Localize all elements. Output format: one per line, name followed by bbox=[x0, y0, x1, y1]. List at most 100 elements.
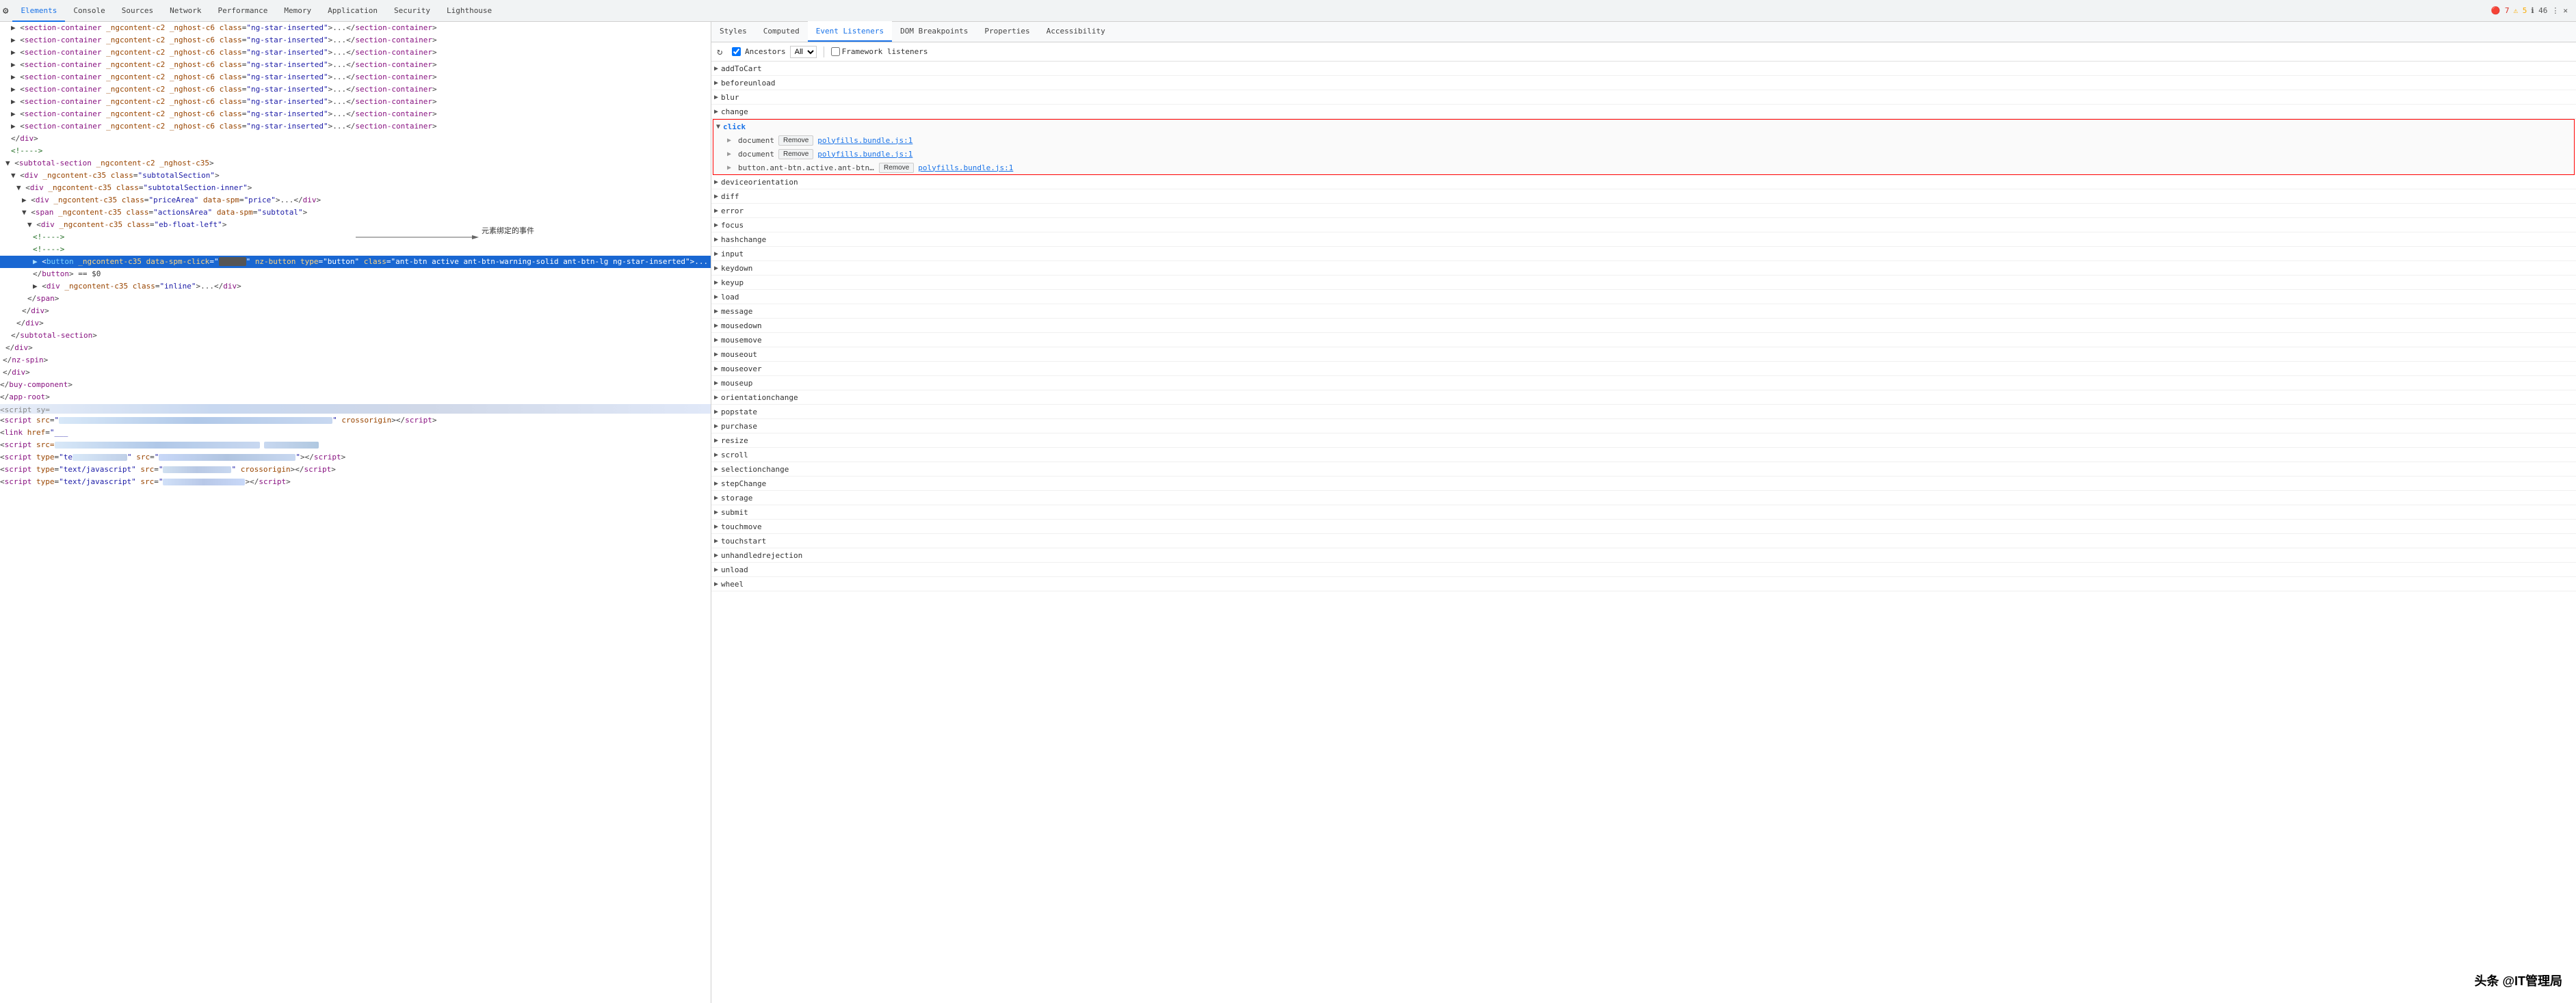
event-header[interactable]: ▶ blur bbox=[711, 90, 2576, 104]
event-header[interactable]: ▶ selectionchange bbox=[711, 462, 2576, 476]
tab-console[interactable]: Console bbox=[65, 0, 113, 22]
ancestors-select[interactable]: All bbox=[790, 46, 817, 58]
event-header[interactable]: ▶ beforeunload bbox=[711, 76, 2576, 90]
remove-button[interactable]: Remove bbox=[879, 163, 914, 173]
event-header[interactable]: ▶ unload bbox=[711, 563, 2576, 576]
event-header[interactable]: ▶ purchase bbox=[711, 419, 2576, 433]
dom-line[interactable]: ▶ <section-container _ngcontent-c2 _ngho… bbox=[0, 22, 711, 34]
tab-dom-breakpoints[interactable]: DOM Breakpoints bbox=[892, 21, 976, 42]
framework-checkbox[interactable] bbox=[831, 47, 840, 56]
event-header[interactable]: ▶ wheel bbox=[711, 577, 2576, 591]
dom-line[interactable]: ▶ <div _ngcontent-c35 class="inline">...… bbox=[0, 280, 711, 293]
dom-line[interactable]: <!----> bbox=[0, 145, 711, 157]
event-header[interactable]: ▶ storage bbox=[711, 491, 2576, 505]
dom-line[interactable]: </subtotal-section> bbox=[0, 330, 711, 342]
tab-application[interactable]: Application bbox=[319, 0, 386, 22]
remove-button[interactable]: Remove bbox=[778, 135, 813, 146]
tab-event-listeners[interactable]: Event Listeners bbox=[808, 21, 892, 42]
event-header[interactable]: ▶ popstate bbox=[711, 405, 2576, 418]
dom-line[interactable]: ▼ <div _ngcontent-c35 class="subtotalSec… bbox=[0, 182, 711, 194]
tab-elements[interactable]: Elements bbox=[12, 0, 65, 22]
event-header[interactable]: ▶ orientationchange bbox=[711, 390, 2576, 404]
event-header[interactable]: ▶ stepChange bbox=[711, 477, 2576, 490]
event-header[interactable]: ▶ focus bbox=[711, 218, 2576, 232]
dom-line[interactable]: <script type="text/javascript" src="></s… bbox=[0, 476, 711, 488]
dom-line[interactable]: ▶ <section-container _ngcontent-c2 _ngho… bbox=[0, 108, 711, 120]
event-header[interactable]: ▶ mouseup bbox=[711, 376, 2576, 390]
dom-line-blurred[interactable]: <script sy= bbox=[0, 404, 711, 414]
dom-line[interactable]: <!----> bbox=[0, 243, 711, 256]
tab-styles[interactable]: Styles bbox=[711, 21, 755, 42]
dom-line[interactable]: ▶ <section-container _ngcontent-c2 _ngho… bbox=[0, 120, 711, 133]
event-header[interactable]: ▶ mouseout bbox=[711, 347, 2576, 361]
refresh-icon[interactable]: ↻ bbox=[717, 46, 728, 57]
event-header[interactable]: ▶ touchstart bbox=[711, 534, 2576, 548]
dom-line[interactable]: </div> bbox=[0, 342, 711, 354]
dom-line[interactable]: ▶ <section-container _ngcontent-c2 _ngho… bbox=[0, 96, 711, 108]
tab-network[interactable]: Network bbox=[161, 0, 209, 22]
dom-line[interactable]: ▶ <section-container _ngcontent-c2 _ngho… bbox=[0, 59, 711, 71]
file-link[interactable]: polyfills.bundle.js:1 bbox=[817, 136, 912, 145]
event-header[interactable]: ▶ keyup bbox=[711, 276, 2576, 289]
dom-line[interactable]: ▶ <div _ngcontent-c35 class="priceArea" … bbox=[0, 194, 711, 206]
tab-computed[interactable]: Computed bbox=[755, 21, 808, 42]
tab-lighthouse[interactable]: Lighthouse bbox=[438, 0, 500, 22]
remove-button[interactable]: Remove bbox=[778, 149, 813, 159]
dom-line[interactable]: ▶ <section-container _ngcontent-c2 _ngho… bbox=[0, 46, 711, 59]
framework-label[interactable]: Framework listeners bbox=[842, 47, 928, 56]
tab-properties[interactable]: Properties bbox=[976, 21, 1038, 42]
dom-line[interactable]: </div> bbox=[0, 317, 711, 330]
dom-line-highlighted[interactable]: ▶ <button _ngcontent-c35 data-spm-click=… bbox=[0, 256, 711, 268]
event-header[interactable]: ▶ mousemove bbox=[711, 333, 2576, 347]
event-header[interactable]: ▶ scroll bbox=[711, 448, 2576, 462]
event-header[interactable]: ▶ deviceorientation bbox=[711, 175, 2576, 189]
event-header[interactable]: ▶ addToCart bbox=[711, 62, 2576, 75]
event-header-click[interactable]: ▼ click bbox=[713, 120, 2574, 133]
event-header[interactable]: ▶ submit bbox=[711, 505, 2576, 519]
dom-line[interactable]: </div> bbox=[0, 366, 711, 379]
dom-line[interactable]: </div> bbox=[0, 305, 711, 317]
event-header[interactable]: ▶ unhandledrejection bbox=[711, 548, 2576, 562]
tab-memory[interactable]: Memory bbox=[276, 0, 319, 22]
event-header[interactable]: ▶ error bbox=[711, 204, 2576, 217]
settings-icon[interactable]: ✕ bbox=[2563, 6, 2568, 15]
tab-security[interactable]: Security bbox=[386, 0, 438, 22]
more-icon[interactable]: ⋮ bbox=[2551, 6, 2559, 15]
dom-line[interactable]: <script src="" crossorigin></script> bbox=[0, 414, 711, 427]
dom-line[interactable]: ▼ <div _ngcontent-c35 class="subtotalSec… bbox=[0, 170, 711, 182]
tab-performance[interactable]: Performance bbox=[210, 0, 276, 22]
dom-line[interactable]: </div> bbox=[0, 133, 711, 145]
dom-line[interactable]: </app-root> bbox=[0, 391, 711, 403]
event-header[interactable]: ▶ mousedown bbox=[711, 319, 2576, 332]
ancestors-label[interactable]: Ancestors bbox=[745, 47, 786, 56]
dom-line[interactable]: <script type="text/javascript" src="" cr… bbox=[0, 464, 711, 476]
tab-sources[interactable]: Sources bbox=[114, 0, 161, 22]
file-link[interactable]: polyfills.bundle.js:1 bbox=[817, 150, 912, 159]
file-link[interactable]: polyfills.bundle.js:1 bbox=[918, 163, 1013, 172]
dom-line[interactable]: <!----> bbox=[0, 231, 711, 243]
dom-line[interactable]: <script type="te" src=""></script> bbox=[0, 451, 711, 464]
dom-line[interactable]: ▼ <div _ngcontent-c35 class="eb-float-le… bbox=[0, 219, 711, 231]
tab-accessibility[interactable]: Accessibility bbox=[1038, 21, 1114, 42]
dom-line[interactable]: ▶ <section-container _ngcontent-c2 _ngho… bbox=[0, 34, 711, 46]
dom-line[interactable]: <link href="___ bbox=[0, 427, 711, 439]
dom-line[interactable]: ▶ <section-container _ngcontent-c2 _ngho… bbox=[0, 71, 711, 83]
dom-line-blurred[interactable]: <script src= bbox=[0, 439, 711, 451]
event-header[interactable]: ▶ resize bbox=[711, 433, 2576, 447]
event-header[interactable]: ▶ load bbox=[711, 290, 2576, 304]
event-header[interactable]: ▶ touchmove bbox=[711, 520, 2576, 533]
dom-line[interactable]: ▶ <section-container _ngcontent-c2 _ngho… bbox=[0, 83, 711, 96]
event-header[interactable]: ▶ mouseover bbox=[711, 362, 2576, 375]
dom-line[interactable]: ▼ <subtotal-section _ngcontent-c2 _nghos… bbox=[0, 157, 711, 170]
dom-line[interactable]: ▼ <span _ngcontent-c35 class="actionsAre… bbox=[0, 206, 711, 219]
event-header[interactable]: ▶ change bbox=[711, 105, 2576, 118]
dom-line[interactable]: </span> bbox=[0, 293, 711, 305]
event-header[interactable]: ▶ hashchange bbox=[711, 232, 2576, 246]
dom-line[interactable]: </buy-component> bbox=[0, 379, 711, 391]
dom-line[interactable]: </button> == $0 bbox=[0, 268, 711, 280]
event-header[interactable]: ▶ diff bbox=[711, 189, 2576, 203]
event-header[interactable]: ▶ message bbox=[711, 304, 2576, 318]
dom-line[interactable]: </nz-spin> bbox=[0, 354, 711, 366]
event-header[interactable]: ▶ input bbox=[711, 247, 2576, 260]
ancestors-checkbox[interactable] bbox=[732, 47, 741, 56]
